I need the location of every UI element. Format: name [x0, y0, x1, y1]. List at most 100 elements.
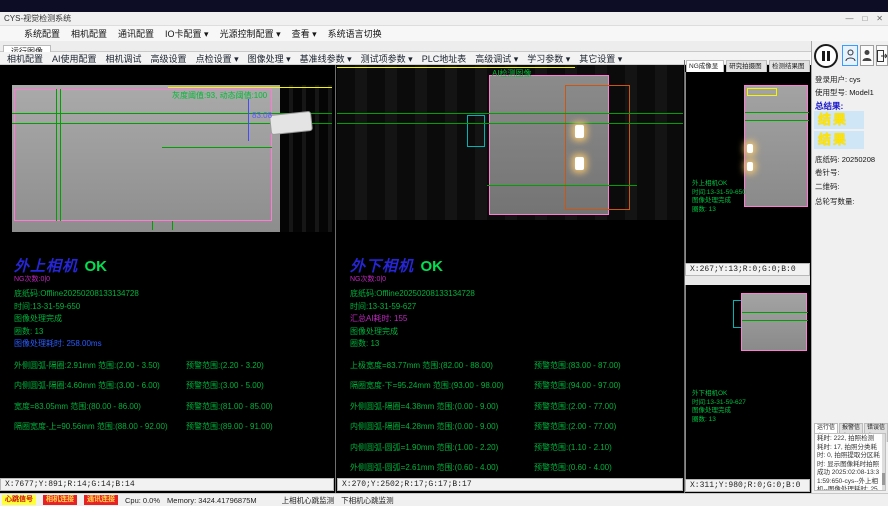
logout-button[interactable] — [876, 45, 888, 66]
toolbar-camera-config[interactable]: 相机配置 — [7, 52, 43, 65]
toolbar-baseline-params[interactable]: 基准线参数 ▾ — [300, 52, 352, 65]
process-done-line: 图像处理完成 — [14, 313, 332, 326]
side-tab-capture-image[interactable]: 研究拍摄图像 — [726, 60, 767, 72]
menu-item-camera-config[interactable]: 相机配置 — [71, 27, 107, 40]
bright-spot — [575, 125, 584, 138]
lower-camera-heartbeat-monitor: 下相机心跳监测 — [341, 495, 394, 506]
result-status: OK — [84, 258, 107, 275]
warning-range: 预警范围:(83.00 - 87.00) — [534, 360, 680, 371]
paper-code-line: 底纸码:Offline20250208133134728 — [350, 288, 680, 301]
toolbar-camera-debug[interactable]: 相机调试 — [106, 52, 142, 65]
measurement-list: 外侧圆弧-隔圈:2.91mm 范围:(2.00 - 3.50)预警范围:(2.2… — [14, 360, 332, 433]
process-done-line: 图像处理完成 — [350, 326, 680, 339]
menu-item-comm-config[interactable]: 通讯配置 — [118, 27, 154, 40]
menu-item-system-config[interactable]: 系统配置 — [24, 27, 60, 40]
vertical-guide-line — [60, 89, 61, 221]
measurement-text: 隔圈宽度-上=90.56mm 范围:(88.00 - 92.00) — [14, 421, 186, 432]
measurement-row: 内侧圆弧-圆弧=1.90mm 范围:(1.00 - 2.20)预警范围:(1.1… — [350, 442, 680, 453]
measurement-text: 内侧圆弧-圆弧=1.90mm 范围:(1.00 - 2.20) — [350, 442, 534, 453]
menu-item-light-config[interactable]: 光源控制配置 ▾ — [220, 27, 281, 40]
side-view-upper[interactable]: 外上相机OK 时间:13-31-59-650 图像处理完成 圈数: 13 — [685, 72, 810, 263]
menu-bar: 系统配置 相机配置 通讯配置 IO卡配置 ▾ 光源控制配置 ▾ 查看 ▾ 系统语… — [0, 26, 888, 41]
warning-range: 预警范围:(89.00 - 91.00) — [186, 421, 332, 432]
side-tab-result-image[interactable]: 检测结果图像 — [769, 60, 810, 72]
lower-camera-image[interactable]: AI检测图像 — [337, 65, 683, 220]
bright-spot — [747, 162, 753, 171]
mini-photo — [744, 85, 808, 207]
teal-roi-box — [467, 115, 485, 147]
paper-code-label: 底纸码: — [815, 155, 840, 164]
pause-button[interactable] — [814, 44, 838, 68]
toolbar-image-processing[interactable]: 图像处理 ▾ — [248, 52, 291, 65]
detection-rectangle — [565, 85, 630, 210]
side-view-lower[interactable]: 外下相机OK 时间:13-31-59-627 图像处理完成 圈数: 13 — [685, 285, 810, 479]
elapsed-line: 图像处理耗时: 258.00ms — [14, 338, 332, 351]
time-line: 时间:13-31-59-627 — [350, 301, 680, 314]
upper-camera-image[interactable]: 灰度阈值:93, 动态阈值:100 83.08 — [12, 85, 332, 232]
log-scrollbar-thumb[interactable] — [882, 473, 885, 485]
roi-rectangle — [14, 89, 272, 221]
baseline-overlay — [745, 120, 809, 121]
yellow-reference-line — [168, 87, 332, 88]
menu-item-view[interactable]: 查看 ▾ — [292, 27, 317, 40]
close-button[interactable]: ✕ — [876, 12, 883, 26]
tick-mark — [172, 221, 173, 230]
measurement-row: 外侧圆弧-隔圈=4.38mm 范围:(0.00 - 9.00)预警范围:(2.0… — [350, 401, 680, 412]
vertical-guide-line — [56, 89, 57, 221]
paper-code-line: 底纸码:Offline20250208133134728 — [14, 288, 332, 301]
lower-camera-result-block: 外下相机 OK NG次数:0|0 底纸码:Offline202502081331… — [350, 255, 680, 483]
result-box-upper: 结果 — [814, 111, 864, 129]
menu-item-language-switch[interactable]: 系统语言切换 — [328, 27, 382, 40]
toolbar-other-settings[interactable]: 其它设置 ▾ — [579, 52, 622, 65]
window-controls: — □ ✕ — [845, 12, 883, 26]
baseline-overlay — [745, 112, 809, 113]
measurement-row: 内侧圆弧-隔圈:4.60mm 范围:(3.00 - 6.00)预警范围:(3.0… — [14, 380, 332, 391]
tab-strip: 运行图像 — [0, 41, 888, 52]
measurement-text: 内侧圆弧-隔圈:4.60mm 范围:(3.00 - 6.00) — [14, 380, 186, 391]
result-box-lower: 结果 — [814, 131, 864, 149]
baseline-overlay — [742, 312, 808, 313]
mini-line: 图像处理完成 — [692, 407, 746, 416]
threshold-overlay-label: 灰度阈值:93, 动态阈值:100 — [172, 90, 267, 101]
admin-button[interactable] — [860, 45, 874, 66]
toolbar-advanced-debug[interactable]: 高级调试 ▾ — [475, 52, 518, 65]
cpu-usage: Cpu: 0.0% — [125, 496, 160, 505]
menu-item-io-config[interactable]: IO卡配置 ▾ — [165, 27, 209, 40]
log-text: 耗时: 222, 拍照检测耗时: 17, 拍照分类耗时: 0, 拍照提取分区耗时… — [817, 435, 880, 491]
toolbar-spot-check[interactable]: 点检设置 ▾ — [196, 52, 239, 65]
log-output[interactable]: 耗时: 222, 拍照检测耗时: 17, 拍照分类耗时: 0, 拍照提取分区耗时… — [814, 433, 886, 491]
toolbar-advanced-settings[interactable]: 高级设置 — [151, 52, 187, 65]
camera-connection-badge: 相机连接 — [43, 495, 77, 505]
side-view-upper-coordinate-bar: X:267;Y:13;R:0;G:0;B:0 — [685, 263, 810, 276]
window-title: CYS-视觉检测系统 — [4, 14, 71, 23]
toolbar-test-params[interactable]: 测试项参数 ▾ — [361, 52, 413, 65]
toolbar-plc-address-table[interactable]: PLC地址表 — [422, 52, 467, 65]
turns-line: 圈数: 13 — [14, 326, 332, 339]
mini-line: 外下相机OK — [692, 390, 746, 399]
measurement-value-label: 83.08 — [252, 111, 272, 120]
upper-camera-heartbeat-monitor: 上相机心跳监测 — [282, 495, 335, 506]
upper-camera-result-block: 外上相机 OK NG次数:0|0 底纸码:Offline202502081331… — [14, 255, 332, 442]
mini-photo — [741, 293, 807, 351]
maximize-button[interactable]: □ — [862, 12, 867, 26]
panel-divider — [335, 65, 336, 493]
log-scrollbar[interactable] — [882, 434, 885, 490]
warning-range: 预警范围:(81.00 - 85.00) — [186, 401, 332, 412]
memory-usage: Memory: 3424.41796875M — [167, 496, 257, 505]
mini-line: 图像处理完成 — [692, 197, 746, 206]
user-button[interactable] — [842, 45, 858, 66]
measurement-row: 内侧圆弧-隔圈=4.28mm 范围:(0.00 - 9.00)预警范围:(2.0… — [350, 421, 680, 432]
minimize-button[interactable]: — — [845, 12, 853, 26]
measurement-text: 外侧圆弧-隔圈=4.38mm 范围:(0.00 - 9.00) — [350, 401, 534, 412]
mini-line: 圈数: 13 — [692, 416, 746, 425]
warning-range: 预警范围:(2.20 - 3.20) — [186, 360, 332, 371]
camera-title: 外上相机 — [14, 255, 78, 276]
toolbar-learning-params[interactable]: 学习参数 ▾ — [527, 52, 570, 65]
side-tab-ng-display[interactable]: NG成像显示 — [686, 60, 724, 72]
login-user-label: 登录用户: — [815, 75, 847, 84]
needle-number-label: 卷针号: — [815, 167, 840, 178]
toolbar-ai-usage-config[interactable]: AI使用配置 — [52, 52, 97, 65]
mini-line: 时间:13-31-59-650 — [692, 189, 746, 198]
warning-range: 预警范围:(2.00 - 77.00) — [534, 401, 680, 412]
comm-connection-badge: 通讯连接 — [84, 495, 118, 505]
